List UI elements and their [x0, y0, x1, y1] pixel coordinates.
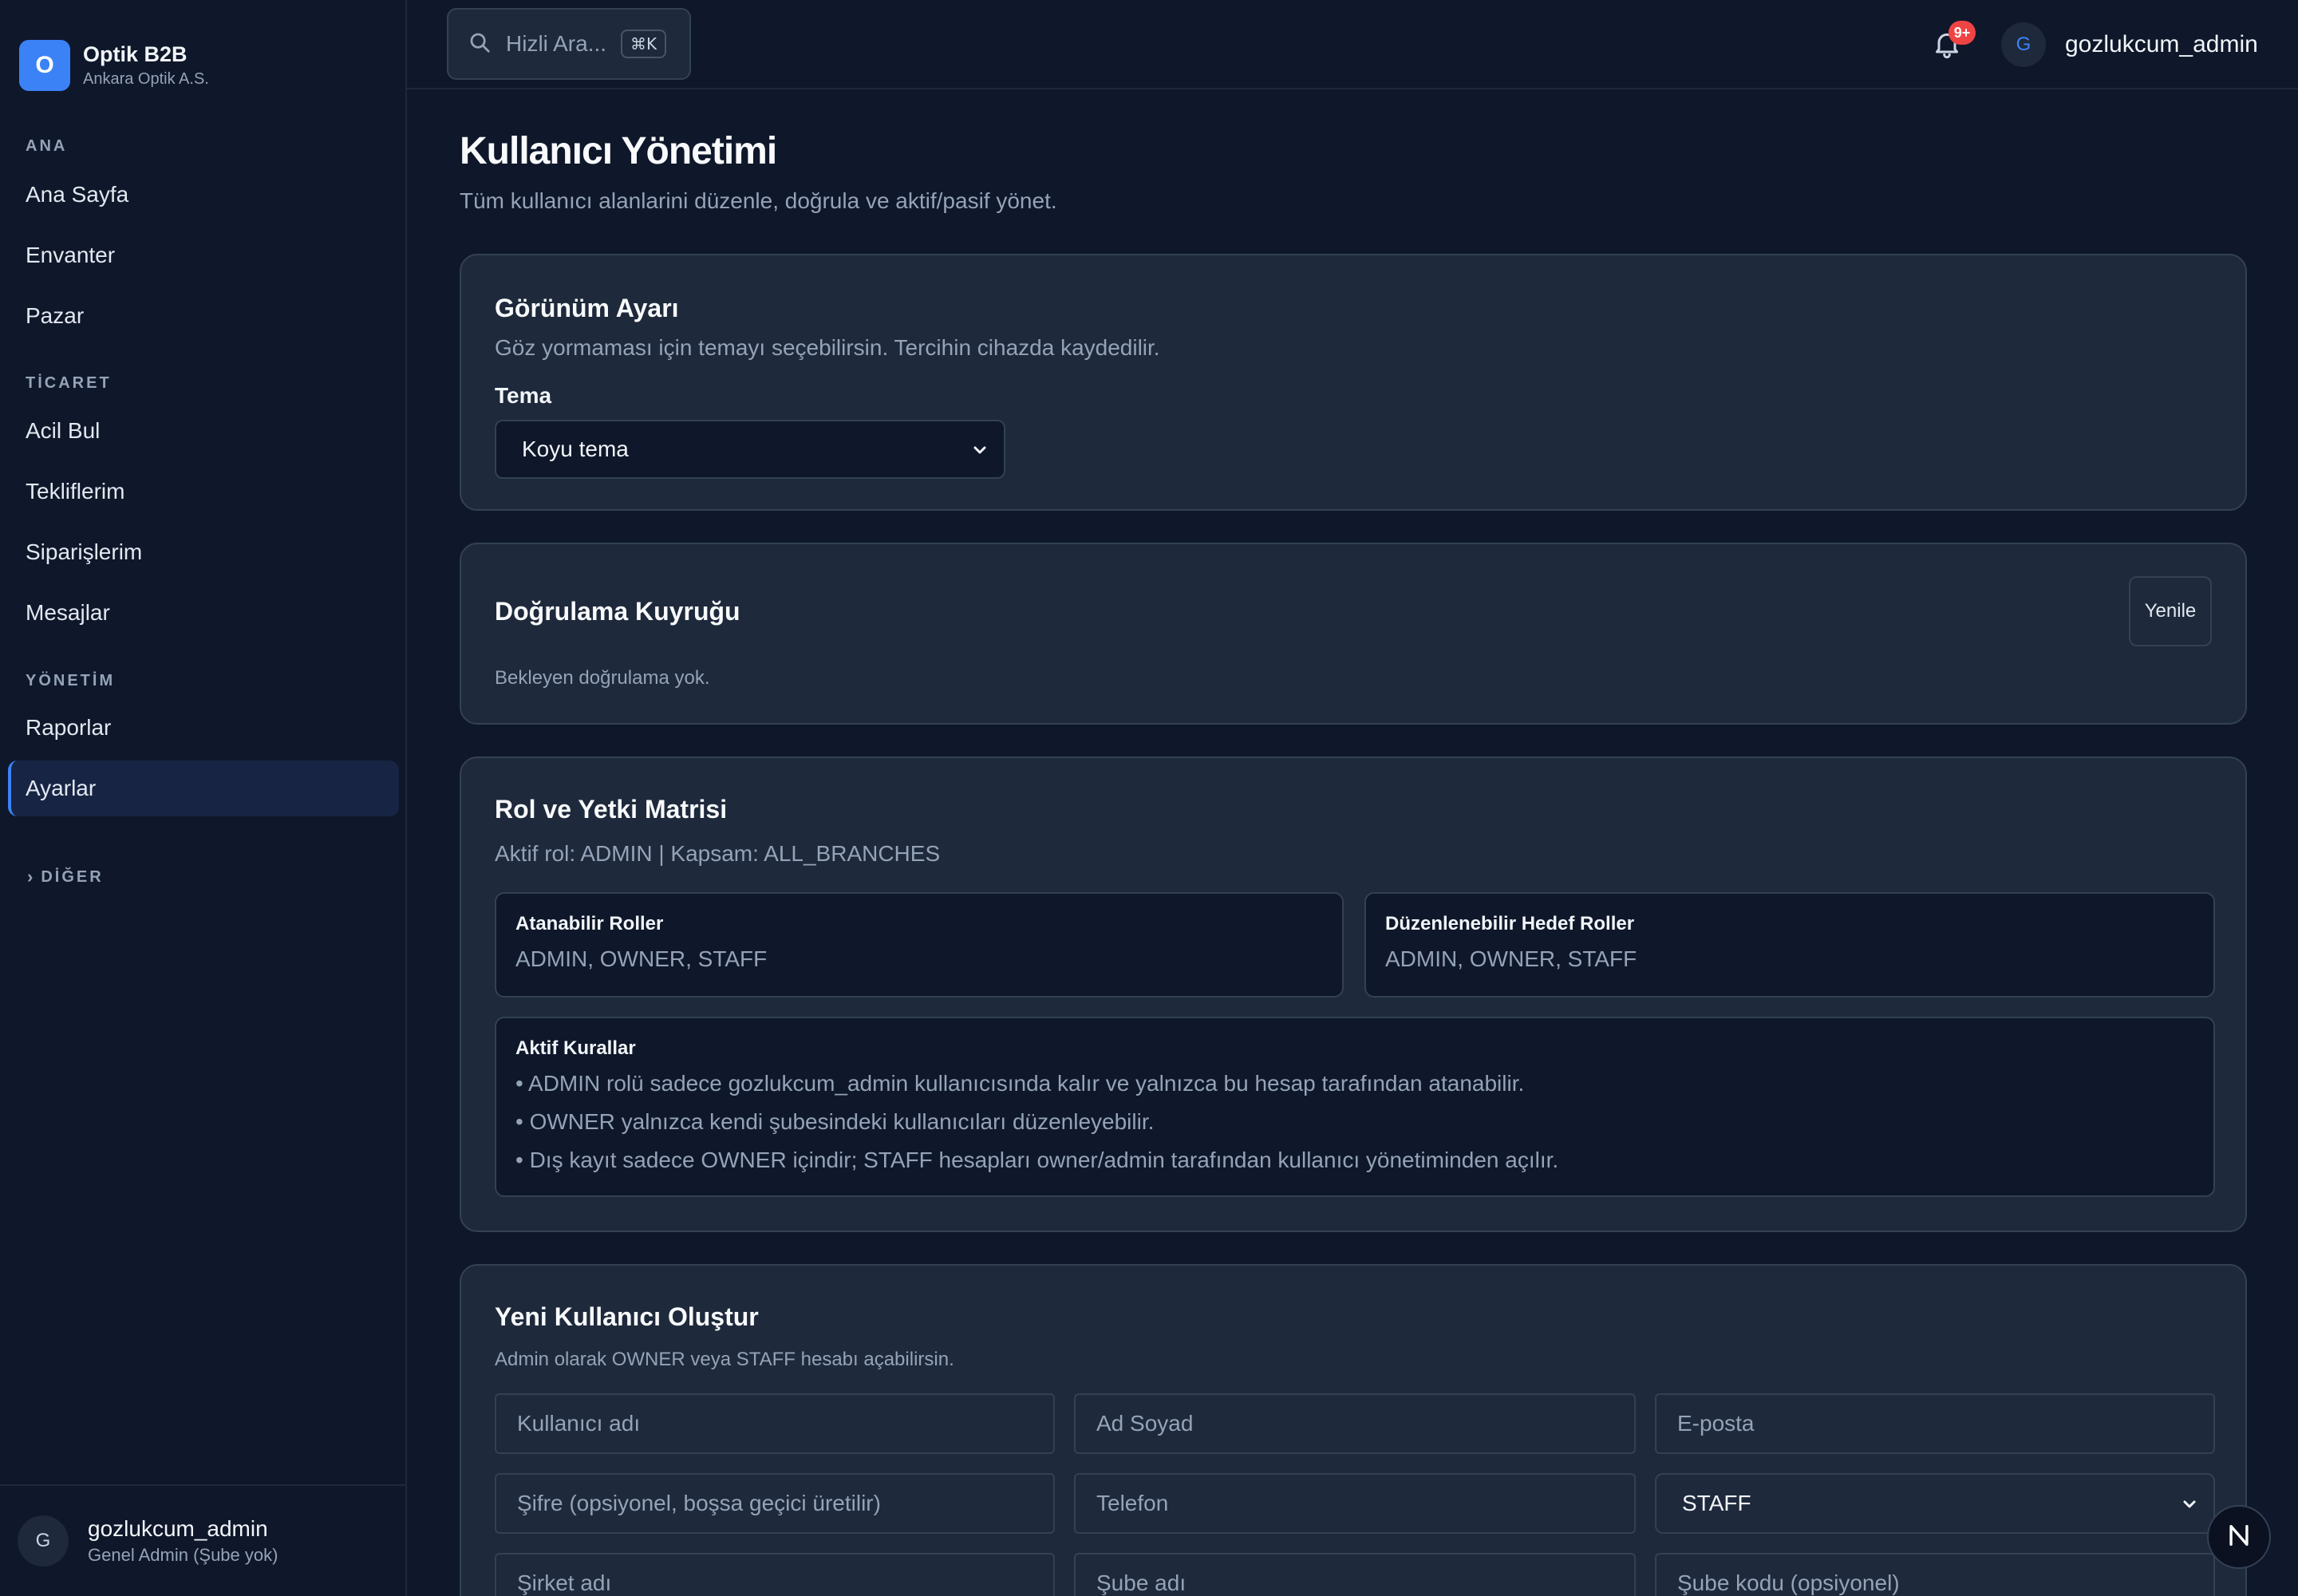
- assignable-roles-value: ADMIN, OWNER, STAFF: [515, 946, 768, 971]
- full-name-placeholder: Ad Soyad: [1096, 1411, 1194, 1436]
- role-value: STAFF: [1682, 1491, 1751, 1515]
- email-placeholder: E-posta: [1677, 1411, 1755, 1436]
- sidebar-item-envanter[interactable]: Envanter: [8, 227, 399, 283]
- roles-card: Rol ve Yetki Matrisi Aktif rol: ADMIN | …: [460, 757, 2247, 1232]
- new-user-description: Admin olarak OWNER veya STAFF hesabı aça…: [495, 1349, 954, 1370]
- username-placeholder: Kullanıcı adı: [517, 1411, 641, 1436]
- password-placeholder: Şifre (opsiyonel, boşsa geçici üretilir): [517, 1491, 881, 1515]
- appearance-card: Görünüm Ayarı Göz yormaması için temayı …: [460, 254, 2247, 511]
- topbar: Hizli Ara... ⌘K 9+ G gozlukcum_admin: [407, 0, 2298, 89]
- brand-logo: O: [19, 40, 70, 91]
- company-placeholder: Şirket adı: [517, 1570, 612, 1595]
- phone-placeholder: Telefon: [1096, 1491, 1169, 1515]
- avatar: G: [18, 1515, 69, 1566]
- chevron-down-icon: [970, 440, 989, 459]
- assignable-roles-title: Atanabilir Roller: [515, 913, 664, 934]
- search-placeholder: Hizli Ara...: [506, 31, 607, 56]
- sidebar-item-acil-bul[interactable]: Acil Bul: [8, 403, 399, 459]
- editable-roles-value: ADMIN, OWNER, STAFF: [1385, 946, 1637, 971]
- sidebar-more-label: DİĞER: [41, 867, 104, 886]
- user-menu[interactable]: G gozlukcum_admin: [2001, 22, 2258, 67]
- footer-role: Genel Admin (Şube yok): [88, 1545, 278, 1565]
- branch-code-field[interactable]: Şube kodu (opsiyonel): [1655, 1553, 2215, 1596]
- brand-name: Optik B2B: [83, 42, 188, 66]
- brand[interactable]: O Optik B2B Ankara Optik A.S.: [19, 40, 209, 91]
- sidebar-item-mesajlar[interactable]: Mesajlar: [8, 585, 399, 641]
- notification-badge: 9+: [1949, 21, 1976, 45]
- active-role-text: Aktif rol: ADMIN | Kapsam: ALL_BRANCHES: [495, 841, 941, 866]
- email-field[interactable]: E-posta: [1655, 1393, 2215, 1454]
- active-rules-title: Aktif Kurallar: [515, 1037, 636, 1059]
- notifications-button[interactable]: 9+: [1931, 21, 1976, 64]
- page-title: Kullanıcı Yönetimi: [460, 130, 777, 172]
- avatar: G: [2001, 22, 2046, 67]
- username-field[interactable]: Kullanıcı adı: [495, 1393, 1055, 1454]
- new-user-title: Yeni Kullanıcı Oluştur: [495, 1302, 759, 1331]
- page-subtitle: Tüm kullanıcı alanlarini düzenle, doğrul…: [460, 188, 1057, 213]
- editable-roles-box: Düzenlenebilir Hedef Roller ADMIN, OWNER…: [1364, 892, 2215, 998]
- roles-title: Rol ve Yetki Matrisi: [495, 795, 728, 824]
- sidebar: O Optik B2B Ankara Optik A.S. ANA Ana Sa…: [0, 0, 407, 1596]
- brand-company: Ankara Optik A.S.: [83, 70, 209, 88]
- nav-section-ana: ANA: [26, 137, 68, 155]
- rule-item: • ADMIN rolü sadece gozlukcum_admin kull…: [515, 1071, 1525, 1096]
- chevron-right-icon: ›: [27, 867, 34, 887]
- nav-section-yonetim: YÖNETİM: [26, 672, 116, 689]
- search-icon: [468, 30, 492, 58]
- verification-card: Doğrulama Kuyruğu Yenile Bekleyen doğrul…: [460, 543, 2247, 725]
- appearance-title: Görünüm Ayarı: [495, 294, 679, 322]
- full-name-field[interactable]: Ad Soyad: [1074, 1393, 1636, 1454]
- theme-select[interactable]: Koyu tema: [495, 420, 1005, 479]
- sidebar-user-footer[interactable]: G gozlukcum_admin Genel Admin (Şube yok): [0, 1484, 405, 1596]
- sidebar-item-tekliflerim[interactable]: Tekliflerim: [8, 464, 399, 519]
- footer-username: gozlukcum_admin: [88, 1516, 268, 1541]
- new-user-card: Yeni Kullanıcı Oluştur Admin olarak OWNE…: [460, 1264, 2247, 1596]
- phone-field[interactable]: Telefon: [1074, 1473, 1636, 1534]
- bell-icon: [1931, 33, 1963, 63]
- search-input[interactable]: Hizli Ara... ⌘K: [447, 8, 691, 80]
- branch-placeholder: Şube adı: [1096, 1570, 1187, 1595]
- active-rules-box: Aktif Kurallar • ADMIN rolü sadece gozlu…: [495, 1017, 2215, 1197]
- nav-section-ticaret: TİCARET: [26, 374, 112, 392]
- assignable-roles-box: Atanabilir Roller ADMIN, OWNER, STAFF: [495, 892, 1344, 998]
- sidebar-item-ayarlar[interactable]: Ayarlar: [8, 760, 399, 816]
- top-username: gozlukcum_admin: [2065, 31, 2258, 57]
- sidebar-item-pazar[interactable]: Pazar: [8, 288, 399, 344]
- branch-field[interactable]: Şube adı: [1074, 1553, 1636, 1596]
- verification-empty-text: Bekleyen doğrulama yok.: [495, 667, 710, 689]
- password-field[interactable]: Şifre (opsiyonel, boşsa geçici üretilir): [495, 1473, 1055, 1534]
- floating-action-button[interactable]: [2207, 1505, 2271, 1569]
- search-shortcut: ⌘K: [621, 30, 667, 58]
- verification-title: Doğrulama Kuyruğu: [495, 597, 740, 626]
- role-select[interactable]: STAFF: [1655, 1473, 2215, 1534]
- company-field[interactable]: Şirket adı: [495, 1553, 1055, 1596]
- theme-label: Tema: [495, 383, 552, 408]
- editable-roles-title: Düzenlenebilir Hedef Roller: [1385, 913, 1635, 934]
- sidebar-item-ana-sayfa[interactable]: Ana Sayfa: [8, 167, 399, 223]
- chevron-down-icon: [2180, 1494, 2199, 1513]
- refresh-button[interactable]: Yenile: [2129, 576, 2212, 646]
- sidebar-item-siparislerim[interactable]: Siparişlerim: [8, 524, 399, 580]
- branch-code-placeholder: Şube kodu (opsiyonel): [1677, 1570, 1900, 1595]
- n-logo-icon: [2225, 1522, 2253, 1553]
- sidebar-more-toggle[interactable]: › DİĞER: [27, 867, 104, 887]
- appearance-description: Göz yormaması için temayı seçebilirsin. …: [495, 335, 1160, 360]
- rule-item: • Dış kayıt sadece OWNER içindir; STAFF …: [515, 1148, 1559, 1172]
- theme-value: Koyu tema: [522, 437, 629, 461]
- rule-item: • OWNER yalnızca kendi şubesindeki kulla…: [515, 1109, 1155, 1134]
- sidebar-item-raporlar[interactable]: Raporlar: [8, 700, 399, 756]
